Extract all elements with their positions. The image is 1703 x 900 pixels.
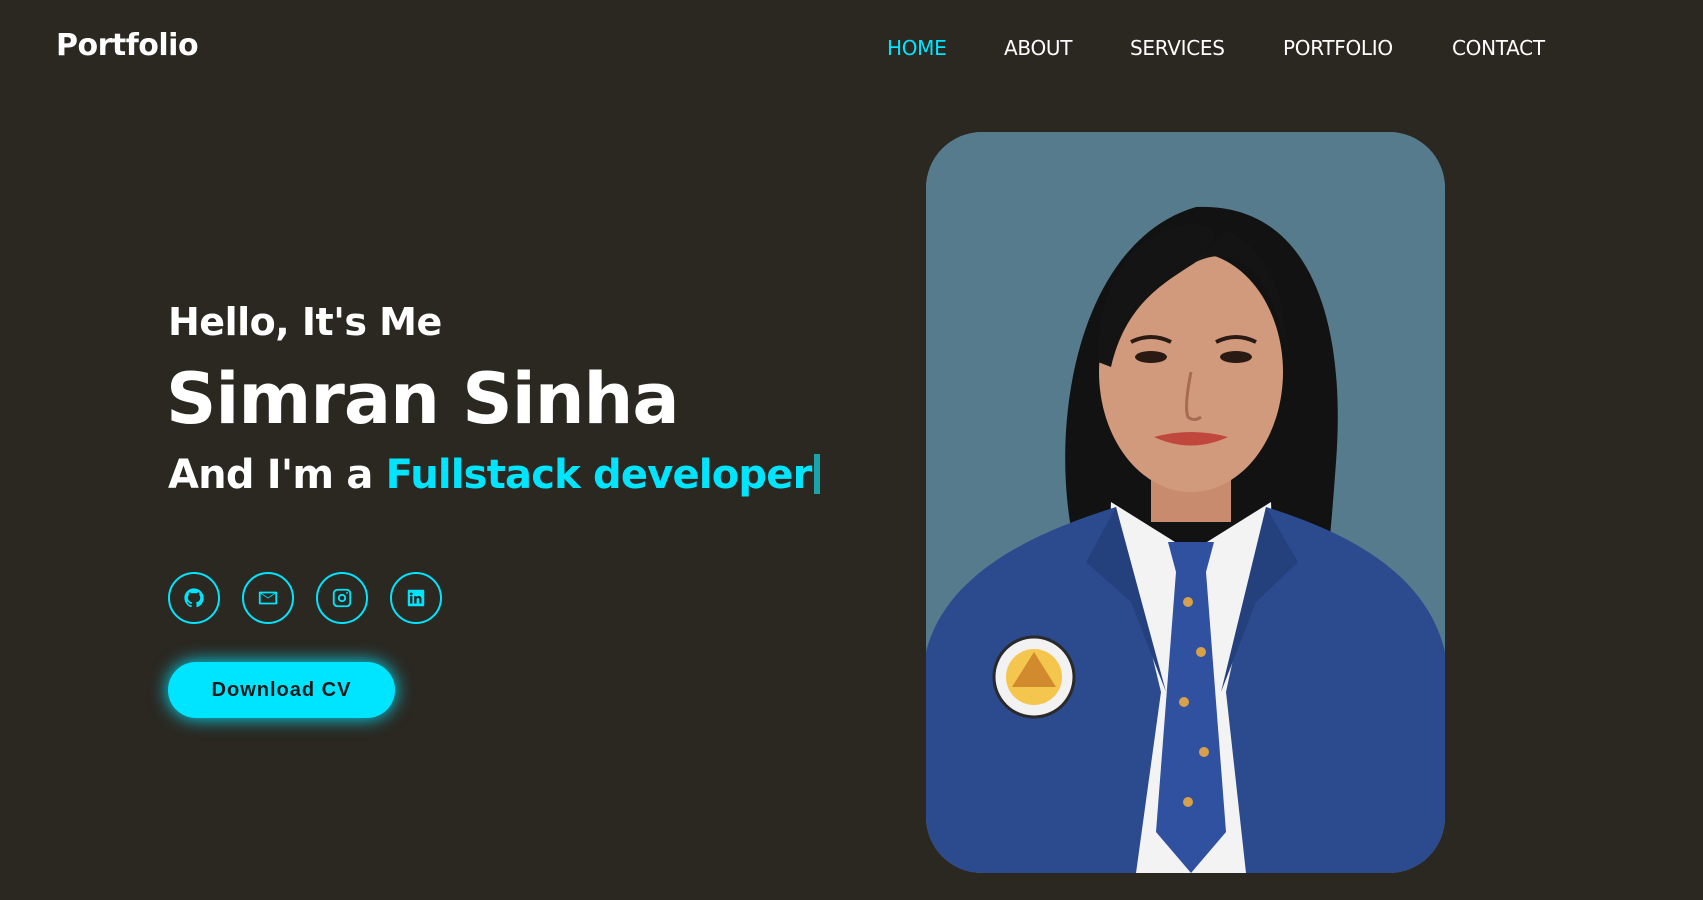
download-cv-button[interactable]: Download CV (168, 662, 395, 718)
hero-role: And I'm a Fullstack developer (168, 452, 820, 498)
linkedin-icon (407, 589, 425, 607)
instagram-link[interactable] (316, 572, 368, 624)
nav-link-services[interactable]: SERVICES (1130, 36, 1225, 60)
role-highlight: Fullstack developer (385, 452, 813, 498)
role-prefix: And I'm a (168, 452, 386, 498)
nav-link-portfolio[interactable]: PORTFOLIO (1283, 36, 1393, 60)
hero-name: Simran Sinha (166, 358, 680, 440)
site-logo[interactable]: Portfolio (56, 28, 199, 63)
profile-photo (926, 132, 1445, 873)
portrait-illustration (926, 132, 1445, 873)
page: Portfolio HOME ABOUT SERVICES PORTFOLIO … (0, 0, 1703, 900)
linkedin-link[interactable] (390, 572, 442, 624)
mail-icon (258, 591, 278, 605)
github-icon (184, 588, 204, 608)
hero-greeting: Hello, It's Me (168, 300, 442, 344)
nav-link-about[interactable]: ABOUT (1004, 36, 1072, 60)
github-link[interactable] (168, 572, 220, 624)
mail-link[interactable] (242, 572, 294, 624)
instagram-icon (332, 588, 352, 608)
typing-cursor (813, 454, 820, 494)
nav-link-contact[interactable]: CONTACT (1452, 36, 1545, 60)
nav-link-home[interactable]: HOME (887, 36, 947, 60)
